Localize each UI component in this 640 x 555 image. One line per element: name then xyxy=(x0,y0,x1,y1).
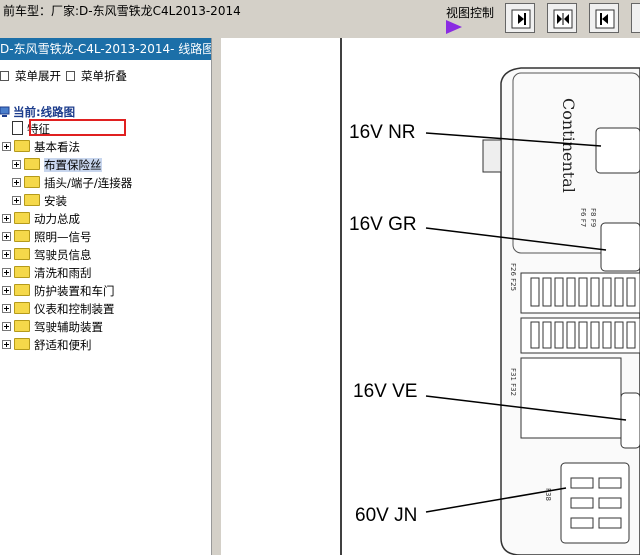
connector-nr xyxy=(595,127,640,174)
expand-toggle-icon[interactable] xyxy=(12,178,21,187)
view-control-label: 视图控制 xyxy=(446,6,495,20)
expand-toggle-icon[interactable] xyxy=(2,340,11,349)
tree-item-label: 驾驶辅助装置 xyxy=(34,320,103,334)
vehicle-title: 前车型：厂家:D-东风雪铁龙C4L2013-2014 xyxy=(3,4,241,18)
connector-gr xyxy=(600,222,640,272)
title-bar: 前车型：厂家:D-东风雪铁龙C4L2013-2014 视图控制 xyxy=(0,0,640,39)
tree-item-comfort[interactable]: 舒适和便利 xyxy=(2,336,92,354)
fuse-box-diagram: Continental F6 F7 F8 F9 F26 F25 F31 F32 xyxy=(340,38,640,555)
tree-item-doors[interactable]: 防护装置和车门 xyxy=(2,282,115,300)
folder-icon xyxy=(24,158,40,170)
tree-item-driver-info[interactable]: 驾驶员信息 xyxy=(2,246,92,264)
label-60v-jn: 60V JN xyxy=(355,505,418,526)
tree-item-lighting[interactable]: 照明—信号 xyxy=(2,228,92,246)
expand-toggle-icon[interactable] xyxy=(2,214,11,223)
expand-left-icon xyxy=(595,9,615,29)
svg-text:F8 F9: F8 F9 xyxy=(589,208,597,227)
folder-icon xyxy=(24,194,40,206)
tree-item-label: 布置保险丝 xyxy=(44,158,102,172)
selection-highlight xyxy=(29,119,126,136)
tree-item-label: 插头/端子/连接器 xyxy=(44,176,133,190)
view-extra-button[interactable] xyxy=(631,3,640,33)
tree-item-label: 驾驶员信息 xyxy=(34,248,92,262)
menu-expand-button[interactable]: 菜单展开 xyxy=(0,68,61,84)
expand-toggle-icon[interactable] xyxy=(2,286,11,295)
svg-text:F26 F25: F26 F25 xyxy=(509,263,517,291)
menu-collapse-label: 菜单折叠 xyxy=(81,69,127,83)
folder-icon xyxy=(14,230,30,242)
expand-right-icon xyxy=(511,9,531,29)
folder-icon xyxy=(14,212,30,224)
folder-icon xyxy=(14,302,30,314)
tree-item-connectors[interactable]: 插头/端子/连接器 xyxy=(12,174,132,192)
expand-toggle-icon[interactable] xyxy=(12,160,21,169)
play-icon[interactable] xyxy=(446,20,462,34)
diagram-panel: Continental F6 F7 F8 F9 F26 F25 F31 F32 xyxy=(221,38,640,555)
expand-toggle-icon[interactable] xyxy=(12,196,21,205)
expand-toggle-icon[interactable] xyxy=(2,268,11,277)
split-view-icon xyxy=(553,9,573,29)
sidebar: D-东风雪铁龙-C4L-2013-2014- 线路图 菜单展开 菜单折叠 当前:… xyxy=(0,38,211,555)
folder-icon xyxy=(14,338,30,350)
folder-icon xyxy=(14,320,30,332)
tree-item-label: 仪表和控制装置 xyxy=(34,302,115,316)
collapse-toggle-icon[interactable] xyxy=(2,142,11,151)
tree-item-driving-aid[interactable]: 驾驶辅助装置 xyxy=(2,318,103,336)
tree-item-powertrain[interactable]: 动力总成 xyxy=(2,210,80,228)
document-icon xyxy=(12,121,23,135)
computer-icon xyxy=(0,106,10,117)
expand-toggle-icon[interactable] xyxy=(2,322,11,331)
tree-item-install[interactable]: 安装 xyxy=(12,192,67,210)
label-16v-nr: 16V NR xyxy=(349,122,416,143)
label-16v-gr: 16V GR xyxy=(349,214,417,235)
tree-item-fuse-layout[interactable]: 布置保险丝 xyxy=(12,156,102,174)
tree-item-label: 基本看法 xyxy=(34,140,80,154)
tree-item-label: 安装 xyxy=(44,194,67,208)
view-left-button[interactable] xyxy=(589,3,619,33)
expand-toggle-icon[interactable] xyxy=(2,232,11,241)
tree-item-label: 清洗和雨刮 xyxy=(34,266,92,280)
menu-expand-label: 菜单展开 xyxy=(15,69,61,83)
expand-icon xyxy=(0,71,9,81)
svg-text:F6 F7: F6 F7 xyxy=(579,208,587,227)
menu-collapse-button[interactable]: 菜单折叠 xyxy=(66,68,127,84)
expand-toggle-icon[interactable] xyxy=(2,304,11,313)
tree-item-label: 动力总成 xyxy=(34,212,80,226)
tree-item-label: 照明—信号 xyxy=(34,230,92,244)
collapse-icon xyxy=(66,71,75,81)
view-center-button[interactable] xyxy=(547,3,577,33)
tree-root-label: 当前:线路图 xyxy=(13,105,76,119)
tree-item-label: 舒适和便利 xyxy=(34,338,92,352)
svg-text:F31 F32: F31 F32 xyxy=(509,368,517,396)
tree-item-instruments[interactable]: 仪表和控制装置 xyxy=(2,300,115,318)
folder-icon xyxy=(14,248,30,260)
tree-item-washer[interactable]: 清洗和雨刮 xyxy=(2,264,92,282)
tree-item-label: 防护装置和车门 xyxy=(34,284,115,298)
folder-open-icon xyxy=(14,140,30,152)
folder-icon xyxy=(24,176,40,188)
folder-icon xyxy=(14,266,30,278)
folder-icon xyxy=(14,284,30,296)
brand-text: Continental xyxy=(559,98,578,193)
connector-ve xyxy=(620,392,640,449)
sidebar-header: D-东风雪铁龙-C4L-2013-2014- 线路图 xyxy=(0,38,211,60)
tree-item-basic[interactable]: 基本看法 xyxy=(2,138,80,156)
view-right-button[interactable] xyxy=(505,3,535,33)
expand-toggle-icon[interactable] xyxy=(2,250,11,259)
label-16v-ve: 16V VE xyxy=(353,381,418,402)
